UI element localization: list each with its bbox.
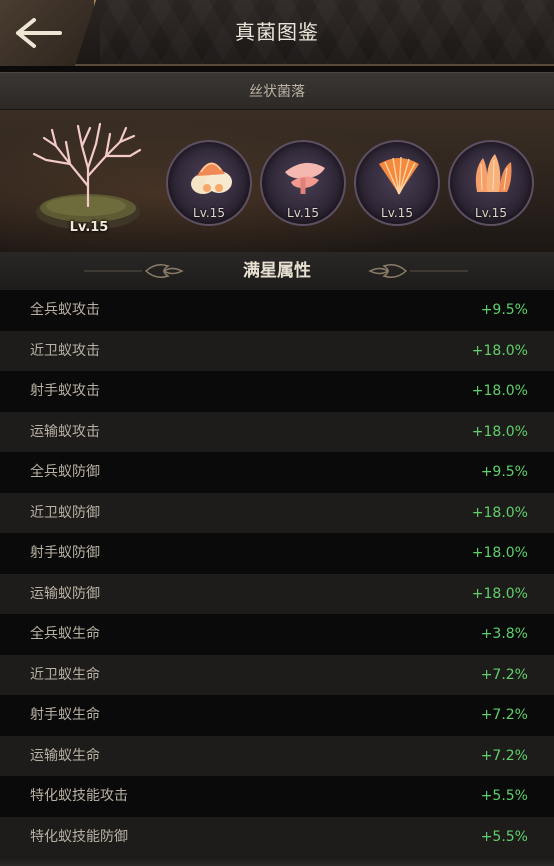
attribute-name: 特化蚁技能攻击 [30,788,128,804]
attribute-value: +7.2% [480,747,528,764]
attribute-value: +5.5% [480,828,528,845]
attribute-row: 运输蚁攻击 +18.0% [0,411,554,452]
attribute-name: 运输蚁生命 [30,747,100,764]
attribute-list: 全兵蚁攻击 +9.5% 近卫蚁攻击 +18.0% 射手蚁攻击 +18.0% 运输蚁攻击 +18… [0,290,554,857]
section-title: 满星属性 [243,261,311,281]
attribute-name: 近卫蚁生命 [30,666,100,683]
attribute-row: 运输蚁生命 +7.2% [0,735,554,776]
right-ornament-icon [368,264,468,278]
fungus-variant-3[interactable]: Lv.15 [354,140,440,226]
orange-coral-cluster-icon [191,162,232,194]
main-fungus-level: Lv.15 [69,220,109,235]
attribute-value: +18.0% [471,383,528,399]
attribute-value: +7.2% [480,707,528,723]
attribute-value: +18.0% [471,545,528,561]
attribute-row: 射手蚁生命 +7.2% [0,695,554,736]
attribute-row: 近卫蚁防御 +18.0% [0,492,554,533]
category-label: 丝状菌落 [0,72,554,110]
page-title: 真菌图鉴 [235,20,319,44]
variant-level: Lv.15 [287,206,319,220]
bottom-edge [0,857,554,866]
attribute-value: +9.5% [480,302,528,318]
fungus-showcase: Lv.15 Lv.15 Lv.15 Lv.15 Lv.15 [0,110,554,252]
attribute-value: +18.0% [471,342,528,359]
attribute-value: +7.2% [480,666,528,683]
variant-level: Lv.15 [381,206,413,220]
attribute-name: 运输蚁攻击 [30,423,100,440]
attribute-value: +18.0% [471,585,528,602]
attribute-value: +18.0% [471,423,528,440]
attribute-row: 近卫蚁生命 +7.2% [0,654,554,695]
attribute-value: +3.8% [480,626,528,642]
fungus-variant-2[interactable]: Lv.15 [260,140,346,226]
attribute-name: 射手蚁生命 [30,707,100,723]
pink-oyster-fungus-icon [285,162,325,194]
attribute-row: 特化蚁技能防御 +5.5% [0,816,554,857]
attribute-row: 射手蚁防御 +18.0% [0,533,554,574]
coral-fungus-tree-icon [32,122,142,230]
attribute-name: 全兵蚁攻击 [30,302,100,318]
attribute-name: 全兵蚁生命 [30,626,100,642]
attribute-row: 近卫蚁攻击 +18.0% [0,330,554,371]
attribute-row: 全兵蚁防御 +9.5% [0,452,554,493]
attribute-name: 近卫蚁防御 [30,504,100,521]
attribute-name: 射手蚁攻击 [30,383,100,399]
attribute-value: +5.5% [480,788,528,804]
attribute-row: 射手蚁攻击 +18.0% [0,371,554,412]
fungus-variant-4[interactable]: Lv.15 [448,140,534,226]
attribute-name: 近卫蚁攻击 [30,342,100,359]
fungus-variant-1[interactable]: Lv.15 [166,140,252,226]
variant-level: Lv.15 [475,206,507,220]
attribute-value: +9.5% [480,464,528,480]
attribute-value: +18.0% [471,504,528,521]
top-bar: 真菌图鉴 [0,0,554,66]
attribute-name: 特化蚁技能防御 [30,828,128,845]
attribute-row: 运输蚁防御 +18.0% [0,573,554,614]
section-header: 满星属性 [0,252,554,290]
attribute-name: 全兵蚁防御 [30,464,100,480]
tube-coral-fungus-icon [475,154,512,192]
attribute-row: 特化蚁技能攻击 +5.5% [0,776,554,817]
variant-level: Lv.15 [193,206,225,220]
fan-coral-fungus-icon [379,156,419,195]
attribute-name: 射手蚁防御 [30,545,100,561]
attribute-row: 全兵蚁攻击 +9.5% [0,290,554,331]
attribute-row: 全兵蚁生命 +3.8% [0,614,554,655]
attribute-name: 运输蚁防御 [30,585,100,602]
